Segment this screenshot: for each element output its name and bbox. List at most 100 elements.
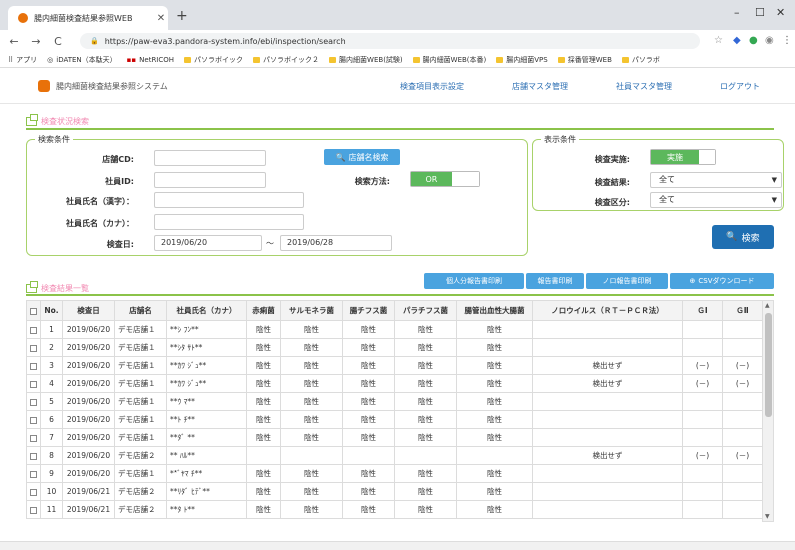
nav-logout[interactable]: ログアウト [720,81,760,92]
table-row[interactable]: 9 2019/06/20 デモ店舗１ **ﾞﾔﾏ ﾁ** 陰性 陰性 陰性 陰性 陰性 [26,464,763,483]
scroll-down-icon[interactable]: ▼ [765,513,770,520]
checkbox-icon [30,307,37,315]
table-cell [394,446,457,465]
table-row[interactable]: 6 2019/06/20 デモ店舗１ **ﾄ ﾁ** 陰性 陰性 陰性 陰性 陰性 [26,410,763,429]
date-from-input[interactable]: 2019/06/20 [154,235,262,251]
table-row[interactable]: 10 2019/06/21 デモ店舗２ **ﾘﾀﾞ ﾋﾃﾞ** 陰性 陰性 陰性 陰性 陰性 [26,482,763,501]
column-header: 腸チフス菌 [342,300,395,321]
bookmark-folder[interactable]: 腸内細菌VPS [496,55,548,65]
bookmark-folder[interactable]: パソラボイック [184,55,243,65]
report-print-button[interactable]: 報告書印刷 [526,273,584,289]
table-row[interactable]: 1 2019/06/20 デモ店舗１ **ｼ ﾌﾝ** 陰性 陰性 陰性 陰性 陰性 [26,320,763,339]
table-cell: 陰性 [456,410,533,429]
results-section-label: 検査結果一覧 [41,284,89,293]
dropbox-icon[interactable]: ◆ [733,35,741,46]
implemented-toggle[interactable]: 実施 [650,149,716,165]
bookmark-apps[interactable]: ⠿ アプリ [8,55,37,65]
table-cell: 陰性 [280,356,343,375]
search-method-toggle[interactable]: OR [410,171,480,187]
result-select[interactable]: 全て ▼ [650,172,782,188]
table-row[interactable]: 2 2019/06/20 デモ店舗１ **ｼﾀ ｻﾄ** 陰性 陰性 陰性 陰性 陰性 [26,338,763,357]
star-icon[interactable]: ☆ [714,35,723,46]
row-checkbox[interactable] [26,446,41,465]
search-button[interactable]: 🔍 検索 [712,225,774,249]
scroll-thumb[interactable] [765,313,772,417]
table-cell: 検出せず [532,374,683,393]
close-tab-icon[interactable]: ✕ [154,13,168,24]
table-cell: 陰性 [342,392,395,411]
evernote-icon[interactable]: ● [749,35,758,46]
row-checkbox[interactable] [26,338,41,357]
category-select[interactable]: 全て ▼ [650,192,782,208]
reload-icon[interactable]: C [50,35,66,48]
row-checkbox[interactable] [26,500,41,519]
table-row[interactable]: 3 2019/06/20 デモ店舗１ **ｶﾜ ｼﾞｭ** 陰性 陰性 陰性 陰性 陰性 検出せず… [26,356,763,375]
table-row[interactable]: 4 2019/06/20 デモ店舗１ **ｶﾜ ｼﾞｭ** 陰性 陰性 陰性 陰性 陰性 検出せず… [26,374,763,393]
table-cell: 陰性 [280,410,343,429]
table-cell [532,410,683,429]
browser-tab[interactable]: 腸内細菌検査結果参照WEB ✕ [8,6,168,30]
table-cell: (－) [682,446,723,465]
search-method-label: 検索方法: [354,177,390,186]
personal-report-print-button[interactable]: 個人分報告書印刷 [424,273,524,289]
search-icon: 🔍 [335,152,346,162]
table-cell: 陰性 [394,464,457,483]
row-checkbox[interactable] [26,464,41,483]
table-cell [722,500,763,519]
select-all-checkbox[interactable] [26,300,41,321]
table-row[interactable]: 7 2019/06/20 デモ店舗１ **ﾀﾞ ** 陰性 陰性 陰性 陰性 陰性 [26,428,763,447]
forward-icon[interactable]: → [28,35,44,48]
row-checkbox[interactable] [26,410,41,429]
bookmark-idaten[interactable]: ◎ iDATEN（本駄天） [47,55,117,65]
folder-icon [621,56,629,63]
bookmark-folder[interactable]: 腸内細菌WEB(試験) [329,55,403,65]
row-checkbox[interactable] [26,320,41,339]
table-cell [532,428,683,447]
bookmark-folder[interactable]: 採番管理WEB [557,55,612,65]
csv-download-button[interactable]: ⊕ CSVダウンロード [670,273,774,289]
noro-report-print-button[interactable]: ノロ報告書印刷 [586,273,668,289]
window-close-icon[interactable]: ✕ [776,6,785,19]
scroll-up-icon[interactable]: ▲ [765,302,770,309]
column-header: ＧⅠ [682,300,723,321]
employee-id-input[interactable] [154,172,266,188]
page-horizontal-scrollbar[interactable] [0,541,795,550]
checkbox-icon [30,362,37,370]
profile-icon[interactable]: ◉ [765,35,774,46]
url-field[interactable]: 🔒 https://paw-eva3.pandora-system.info/e… [80,33,700,49]
table-cell: 陰性 [342,410,395,429]
minimize-icon[interactable]: – [734,6,740,19]
bookmark-netricoh[interactable]: ▪▪ NetRICOH [127,56,174,64]
bookmark-label: 腸内細菌WEB(試験) [339,55,403,64]
name-kana-input[interactable] [154,214,304,230]
table-scrollbar[interactable]: ▲ ▼ [762,300,774,522]
row-checkbox[interactable] [26,428,41,447]
store-name-search-button[interactable]: 🔍 店舗名検索 [324,149,400,165]
menu-icon[interactable]: ⋮ [782,35,792,46]
table-row[interactable]: 11 2019/06/21 デモ店舗２ **ﾀ ﾄ** 陰性 陰性 陰性 陰性 陰性 [26,500,763,519]
new-tab-icon[interactable]: + [176,8,188,24]
bookmark-folder[interactable]: 腸内細菌WEB(本番) [412,55,486,65]
bookmark-folder[interactable]: パソラボイック２ [253,55,319,65]
date-to-input[interactable]: 2019/06/28 [280,235,392,251]
inspection-date-label: 検査日: [106,240,134,249]
nav-inspection-settings[interactable]: 検査項目表示設定 [400,81,464,92]
column-header: No. [40,300,63,321]
row-checkbox[interactable] [26,482,41,501]
bookmark-folder[interactable]: パソラボ [621,55,660,65]
search-icon: 🔍 [726,232,738,242]
row-checkbox[interactable] [26,392,41,411]
nav-employee-master[interactable]: 社員マスタ管理 [616,81,672,92]
maximize-icon[interactable]: ☐ [755,6,765,19]
name-kanji-input[interactable] [154,192,304,208]
back-icon[interactable]: ← [6,35,22,48]
store-cd-input[interactable] [154,150,266,166]
row-checkbox[interactable] [26,374,41,393]
table-cell: (－) [722,446,763,465]
implemented-label: 検査実施: [594,155,630,164]
table-row[interactable]: 8 2019/06/20 デモ店舗２ ** ﾊﾙ** 検出せず (－) (－) [26,446,763,465]
table-row[interactable]: 5 2019/06/20 デモ店舗１ **ｳ ﾏ** 陰性 陰性 陰性 陰性 陰性 [26,392,763,411]
row-checkbox[interactable] [26,356,41,375]
table-cell: 陰性 [342,428,395,447]
nav-store-master[interactable]: 店舗マスタ管理 [512,81,568,92]
